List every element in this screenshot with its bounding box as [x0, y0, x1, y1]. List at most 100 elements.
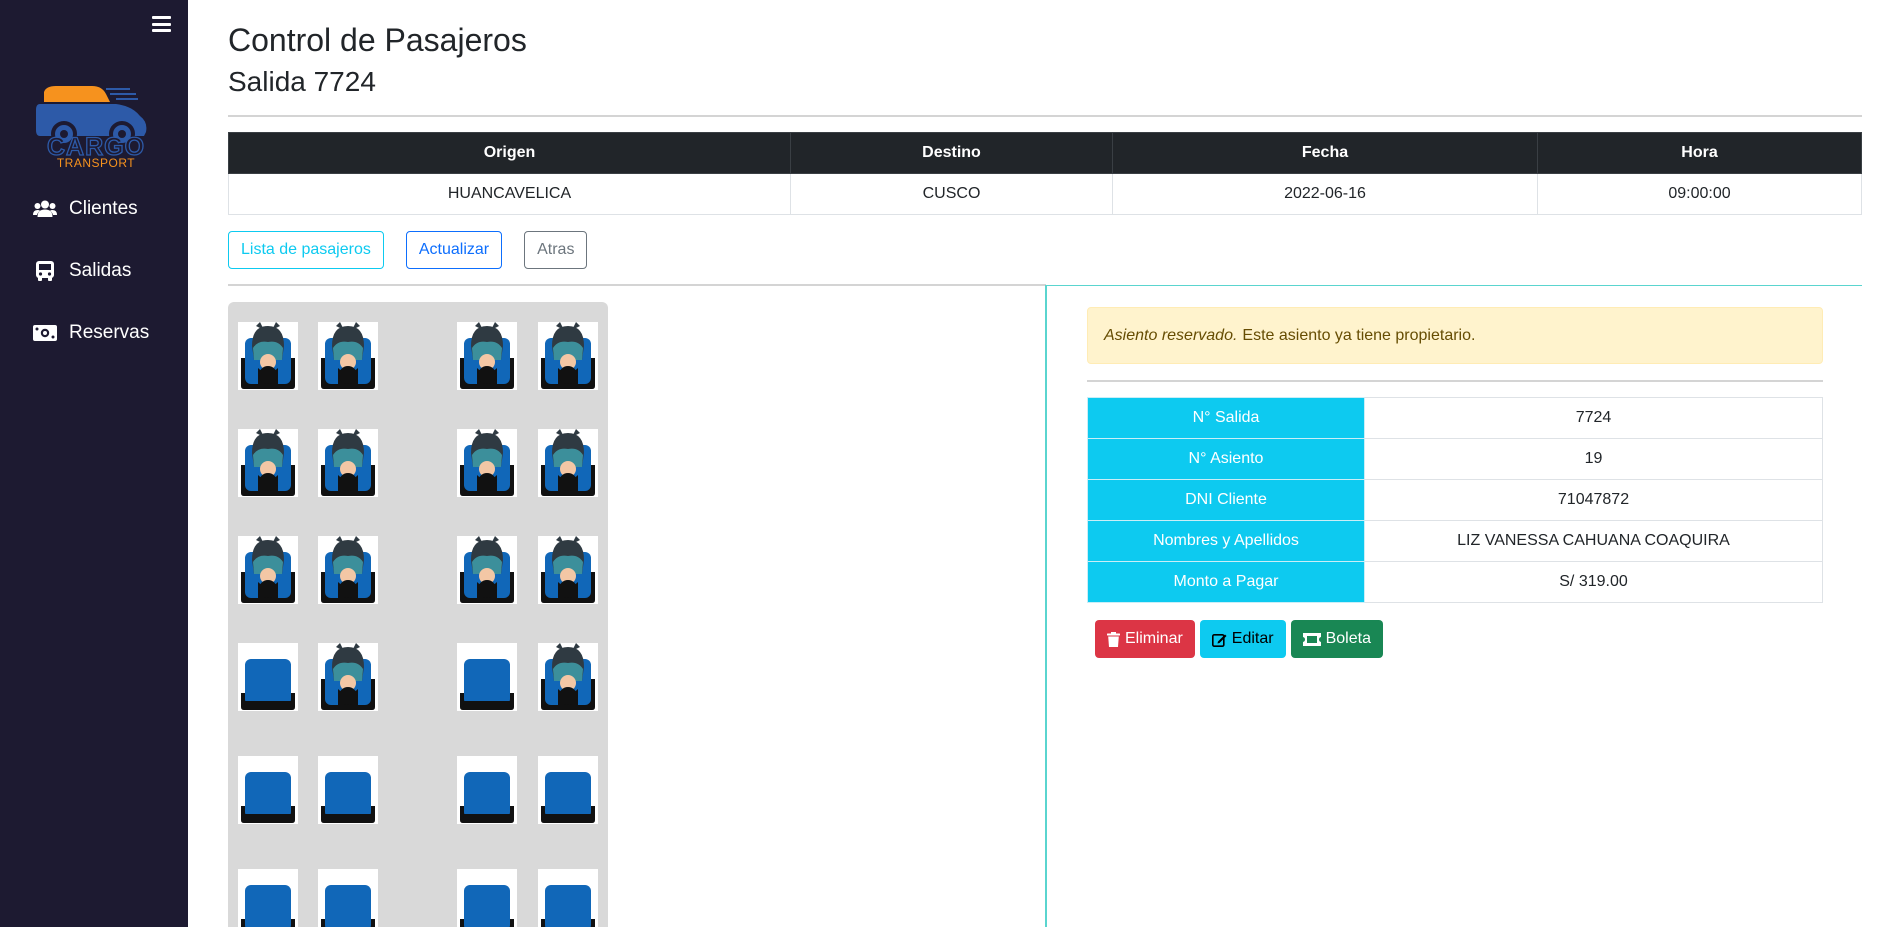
back-button[interactable]: Atras	[524, 231, 588, 269]
seat-occupied[interactable]	[538, 429, 598, 497]
empty-seat-icon	[541, 772, 595, 823]
seat-free[interactable]	[318, 869, 378, 927]
passenger-seat-icon	[541, 643, 595, 710]
passenger-seat-icon	[321, 643, 375, 710]
reserved-alert: Asiento reservado. Este asiento ya tiene…	[1087, 307, 1823, 364]
sidebar-item-label: Clientes	[69, 198, 138, 219]
passenger-seat-icon	[541, 322, 595, 389]
empty-seat-icon	[460, 772, 514, 823]
empty-seat-icon	[241, 659, 295, 710]
delete-button-label: Eliminar	[1125, 630, 1183, 647]
seat-occupied[interactable]	[238, 429, 298, 497]
seat-free[interactable]	[238, 869, 298, 927]
divider	[228, 284, 1046, 286]
sidebar: CARGO TRANSPORT Clientes Salidas Reserva…	[0, 0, 188, 927]
empty-seat-icon	[241, 885, 295, 927]
table-cell-origen: HUANCAVELICA	[228, 173, 791, 215]
seat-occupied[interactable]	[318, 322, 378, 390]
bus-seat-map	[228, 302, 608, 927]
seat-free[interactable]	[238, 756, 298, 824]
refresh-button[interactable]: Actualizar	[405, 231, 503, 269]
seat-occupied[interactable]	[457, 429, 517, 497]
edit-button-label: Editar	[1231, 630, 1274, 647]
sidebar-item-label: Salidas	[69, 260, 132, 281]
trash-icon	[1107, 631, 1120, 647]
receipt-button-label: Boleta	[1325, 630, 1371, 647]
passenger-seat-icon	[460, 536, 514, 603]
seat-free[interactable]	[538, 869, 598, 927]
empty-seat-icon	[321, 772, 375, 823]
detail-value: S/ 319.00	[1364, 561, 1823, 603]
detail-label: N° Asiento	[1087, 438, 1365, 480]
seat-occupied[interactable]	[457, 536, 517, 604]
seat-occupied[interactable]	[318, 536, 378, 604]
users-icon	[33, 198, 57, 220]
table-header: Hora	[1537, 132, 1862, 174]
sidebar-item-reservas[interactable]: Reservas	[33, 318, 149, 348]
trip-table: Origen Destino Fecha Hora HUANCAVELICA C…	[228, 132, 1862, 215]
table-row: N° Asiento 19	[1087, 438, 1823, 480]
alert-text: Este asiento ya tiene propietario.	[1242, 326, 1476, 344]
empty-seat-icon	[460, 885, 514, 927]
column-divider	[1045, 285, 1047, 927]
detail-label: Monto a Pagar	[1087, 561, 1365, 603]
seat-occupied[interactable]	[318, 429, 378, 497]
passenger-seat-icon	[541, 536, 595, 603]
table-header-row: Origen Destino Fecha Hora	[228, 132, 1862, 174]
passenger-list-button[interactable]: Lista de pasajeros	[228, 231, 384, 269]
seat-free[interactable]	[538, 756, 598, 824]
passenger-seat-icon	[460, 322, 514, 389]
cargo-transport-logo: CARGO TRANSPORT	[36, 82, 152, 174]
table-cell-hora: 09:00:00	[1537, 173, 1862, 215]
edit-button[interactable]: Editar	[1199, 620, 1286, 658]
delete-button[interactable]: Eliminar	[1095, 620, 1195, 658]
toolbar: Lista de pasajeros Actualizar Atras	[228, 231, 588, 269]
empty-seat-icon	[241, 772, 295, 823]
empty-seat-icon	[460, 659, 514, 710]
edit-icon	[1211, 633, 1227, 647]
table-row: N° Salida 7724	[1087, 397, 1823, 439]
seat-occupied[interactable]	[238, 536, 298, 604]
detail-label: DNI Cliente	[1087, 479, 1365, 521]
seat-free[interactable]	[318, 756, 378, 824]
passenger-seat-icon	[321, 536, 375, 603]
ticket-icon	[1302, 632, 1321, 646]
detail-label: Nombres y Apellidos	[1087, 520, 1365, 562]
table-cell-destino: CUSCO	[790, 173, 1113, 215]
table-row: Monto a Pagar S/ 319.00	[1087, 561, 1823, 603]
passenger-seat-icon	[241, 429, 295, 496]
seat-occupied[interactable]	[318, 643, 378, 711]
seat-free[interactable]	[457, 869, 517, 927]
money-bill-icon	[33, 322, 57, 344]
action-buttons: Eliminar Editar Boleta	[1095, 620, 1383, 658]
seat-occupied[interactable]	[538, 322, 598, 390]
sidebar-item-clientes[interactable]: Clientes	[33, 194, 138, 224]
menu-toggle-icon[interactable]	[152, 16, 171, 32]
divider	[1046, 285, 1862, 286]
detail-label: N° Salida	[1087, 397, 1365, 439]
seat-occupied[interactable]	[538, 536, 598, 604]
seat-occupied[interactable]	[457, 322, 517, 390]
table-row: HUANCAVELICA CUSCO 2022-06-16 09:00:00	[228, 173, 1862, 215]
detail-value: LIZ VANESSA CAHUANA COAQUIRA	[1364, 520, 1823, 562]
page-subtitle: Salida 7724	[228, 66, 376, 97]
seat-free[interactable]	[457, 643, 517, 711]
seat-free[interactable]	[238, 643, 298, 711]
passenger-seat-icon	[241, 322, 295, 389]
seat-occupied[interactable]	[238, 322, 298, 390]
seat-occupied[interactable]	[538, 643, 598, 711]
table-cell-fecha: 2022-06-16	[1112, 173, 1538, 215]
logo-text-transport: TRANSPORT	[56, 156, 136, 170]
divider	[1087, 380, 1823, 382]
seat-free[interactable]	[457, 756, 517, 824]
page-title: Control de Pasajeros	[228, 22, 527, 58]
receipt-button[interactable]: Boleta	[1290, 620, 1383, 658]
sidebar-item-salidas[interactable]: Salidas	[33, 256, 131, 286]
detail-value: 71047872	[1364, 479, 1823, 521]
passenger-seat-icon	[541, 429, 595, 496]
detail-value: 7724	[1364, 397, 1823, 439]
sidebar-item-label: Reservas	[69, 322, 150, 343]
reservation-detail-table: N° Salida 7724 N° Asiento 19 DNI Cliente…	[1087, 397, 1823, 603]
detail-value: 19	[1364, 438, 1823, 480]
table-header: Origen	[228, 132, 791, 174]
